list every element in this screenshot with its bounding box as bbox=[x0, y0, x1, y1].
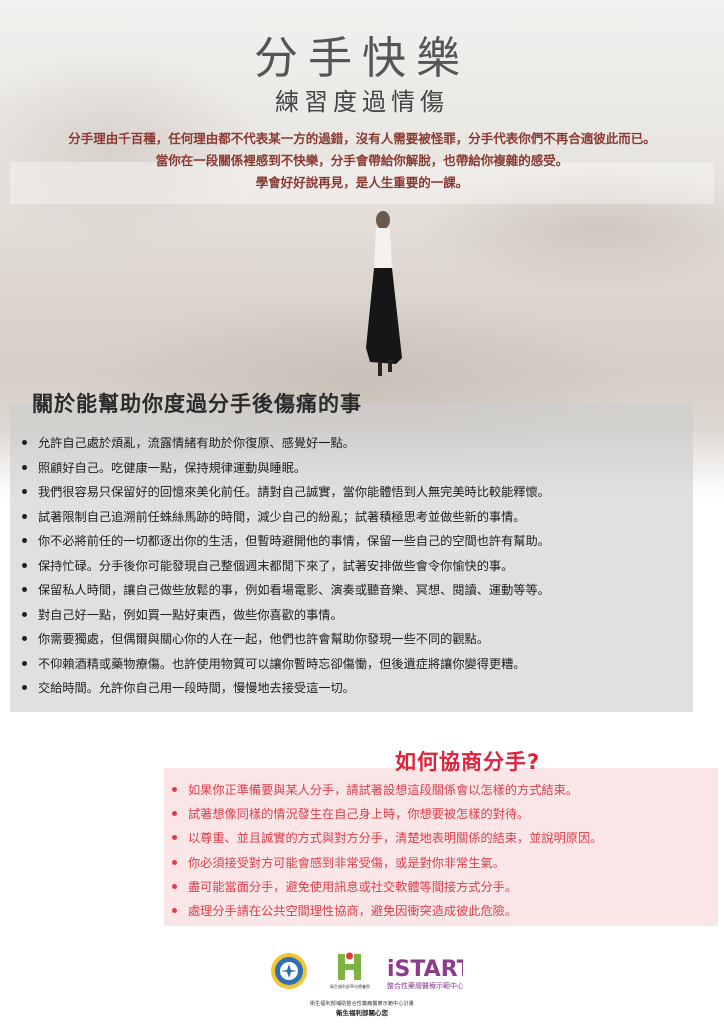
page-title: 分手快樂 bbox=[254, 33, 470, 84]
svg-text:iSTART: iSTART bbox=[387, 957, 463, 982]
list-item: 盡可能當面分手，避免使用訊息或社交軟體等間接方式分手。 bbox=[172, 877, 602, 901]
list-item: 交給時間。允許你自己用一段時間，慢慢地去接受這一切。 bbox=[22, 678, 550, 703]
woman-walking-figure bbox=[366, 211, 402, 376]
svg-text:整合性藥癮醫療示範中心: 整合性藥癮醫療示範中心 bbox=[387, 981, 463, 990]
list-item: 處理分手請在公共空間理性協商，避免因衝突造成彼此危險。 bbox=[172, 901, 602, 925]
bullet-icon bbox=[22, 685, 27, 690]
bullet-icon bbox=[22, 440, 27, 445]
bullet-icon bbox=[22, 587, 27, 592]
list-item: 不仰賴酒精或藥物療傷。也許使用物質可以讓你暫時忘卻傷慟，但後遺症將讓你變得更糟。 bbox=[22, 654, 550, 679]
bullet-icon bbox=[172, 883, 177, 889]
intro-line-3: 學會好好說再見，是人生重要的一課。 bbox=[255, 175, 469, 190]
list-item: 對自己好一點，例如買一點好東西，做些你喜歡的事情。 bbox=[22, 605, 550, 630]
footer-ministry-line: 衛生福利部關心您 bbox=[336, 1009, 388, 1017]
list-item: 如果你正準備要與某人分手，請試著設想這段關係會以怎樣的方式結束。 bbox=[172, 780, 602, 804]
bullet-icon bbox=[22, 636, 27, 641]
logo-bar: 衛生福利部草屯療養院 iSTART 整合性藥癮醫療示範中心 bbox=[0, 950, 724, 998]
bullet-icon bbox=[22, 464, 27, 470]
bullet-icon bbox=[22, 538, 27, 543]
istart-logo-icon: iSTART 整合性藥癮醫療示範中心 bbox=[387, 957, 463, 990]
ministry-seal-icon bbox=[271, 953, 307, 989]
bullet-icon bbox=[22, 562, 27, 568]
negotiate-list: 如果你正準備要與某人分手，請試著設想這段關係會以怎樣的方式結束。 試著想像同樣的… bbox=[172, 780, 602, 925]
page-subtitle: 練習度過情傷 bbox=[275, 88, 449, 116]
health-h-logo-icon: 衛生福利部草屯療養院 bbox=[330, 952, 370, 989]
footer-sponsor-line: 衛生福利部補助整合性藥癮醫療示範中心計畫 bbox=[309, 1001, 414, 1007]
intro-line-1: 分手理由千百種，任何理由都不代表某一方的過錯，沒有人需要被怪罪，分手代表你們不再… bbox=[68, 131, 656, 146]
list-item: 試著限制自己追溯前任蛛絲馬跡的時間，減少自己的紛亂；試著積極思考並做些新的事情。 bbox=[22, 507, 550, 532]
bullet-icon bbox=[172, 859, 177, 865]
bullet-icon bbox=[22, 660, 27, 666]
list-item: 允許自己處於煩亂，流露情緒有助於你復原、感覺好一點。 bbox=[22, 433, 550, 458]
bullet-icon bbox=[172, 787, 177, 792]
bullet-icon bbox=[22, 513, 27, 519]
bullet-icon bbox=[22, 489, 27, 494]
list-item: 我們很容易只保留好的回憶來美化前任。請對自己誠實，當你能體悟到人無完美時比較能釋… bbox=[22, 482, 550, 507]
list-item: 你必須接受對方可能會感到非常受傷，或是對你非常生氣。 bbox=[172, 853, 602, 877]
list-item: 保留私人時間，讓自己做些放鬆的事，例如看場電影、演奏或聽音樂、冥想、閱讀、運動等… bbox=[22, 580, 550, 605]
list-item: 你需要獨處，但偶爾與關心你的人在一起，他們也許會幫助你發現一些不同的觀點。 bbox=[22, 629, 550, 654]
list-item: 保持忙碌。分手後你可能發現自己整個週末都閒下來了，試著安排做些會令你愉快的事。 bbox=[22, 556, 550, 581]
bullet-icon bbox=[22, 611, 27, 617]
list-item: 以尊重、並且誠實的方式與對方分手，清楚地表明關係的結束，並說明原因。 bbox=[172, 828, 602, 852]
intro-line-2: 當你在一段關係裡感到不快樂，分手會帶給你解脫，也帶給你複雜的感受。 bbox=[155, 153, 569, 168]
intro-paragraph: 分手理由千百種，任何理由都不代表某一方的過錯，沒有人需要被怪罪，分手代表你們不再… bbox=[10, 128, 714, 194]
help-section-title: 關於能幫助你度過分手後傷痛的事 bbox=[32, 392, 362, 416]
svg-text:衛生福利部草屯療養院: 衛生福利部草屯療養院 bbox=[330, 983, 370, 989]
help-list: 允許自己處於煩亂，流露情緒有助於你復原、感覺好一點。 照顧好自己。吃健康一點，保… bbox=[22, 433, 550, 703]
negotiate-section-title: 如何協商分手? bbox=[395, 750, 541, 774]
list-item: 試著想像同樣的情況發生在自己身上時，你想要被怎樣的對待。 bbox=[172, 804, 602, 828]
list-item: 照顧好自己。吃健康一點，保持規律運動與睡眠。 bbox=[22, 458, 550, 483]
bullet-icon bbox=[172, 907, 177, 913]
list-item: 你不必將前任的一切都逐出你的生活，但暫時避開他的事情，保留一些自己的空間也許有幫… bbox=[22, 531, 550, 556]
